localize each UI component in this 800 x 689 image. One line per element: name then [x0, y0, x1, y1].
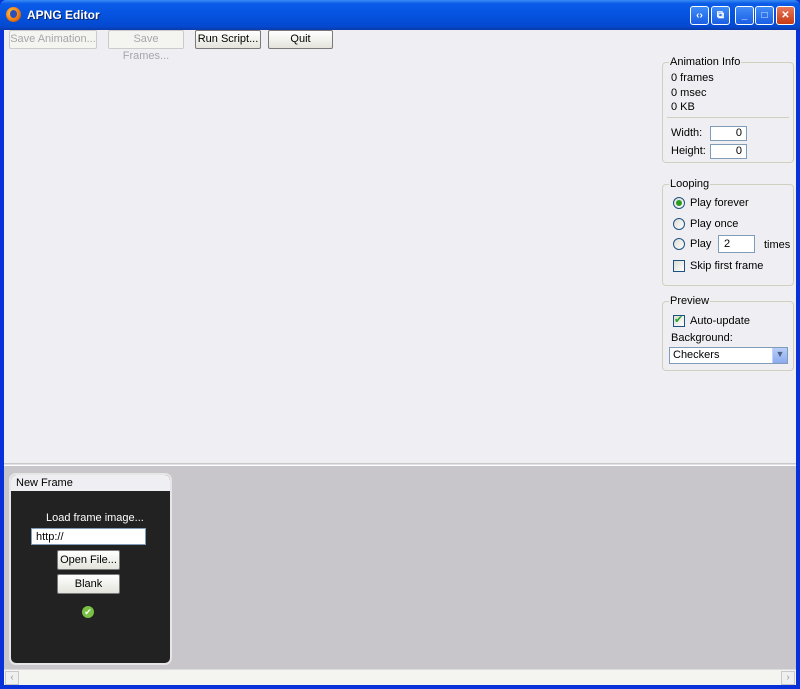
scroll-left-icon[interactable]: ‹	[5, 671, 19, 685]
frames-panel: New Frame Load frame image... http:// Op…	[4, 466, 796, 669]
run-script-button[interactable]: Run Script...	[195, 30, 261, 49]
maximize-button[interactable]: □	[755, 6, 774, 25]
background-select[interactable]: Checkers ▼	[669, 347, 788, 364]
restore-window-icon[interactable]: ⧉	[711, 6, 730, 25]
auto-update-checkbox[interactable]	[673, 313, 685, 327]
open-file-button[interactable]: Open File...	[57, 550, 120, 570]
background-select-value: Checkers	[673, 349, 720, 361]
duration-value: 0 msec	[671, 87, 707, 99]
frames-count: 0 frames	[671, 72, 714, 84]
looping-title: Looping	[669, 178, 711, 190]
divider	[667, 117, 789, 118]
chevron-down-icon[interactable]: ▼	[772, 348, 787, 363]
frame-url-value: http://	[36, 531, 64, 543]
blank-button[interactable]: Blank	[57, 574, 120, 594]
height-field[interactable]: 0	[710, 144, 747, 159]
title-bar[interactable]: APNG Editor ‹› ⧉ _ □ ✕	[0, 0, 800, 30]
firefox-icon	[6, 7, 21, 22]
play-forever-radio[interactable]	[673, 197, 685, 209]
skip-first-frame-label[interactable]: Skip first frame	[690, 260, 763, 272]
new-frame-header: New Frame	[11, 475, 170, 491]
play-label[interactable]: Play	[690, 238, 711, 250]
play-once-radio[interactable]	[673, 218, 685, 230]
horizontal-scrollbar[interactable]: ‹ ›	[4, 669, 796, 685]
animation-info-title: Animation Info	[669, 56, 742, 68]
resize-arrows-icon[interactable]: ‹›	[690, 6, 709, 25]
play-forever-label[interactable]: Play forever	[690, 197, 749, 209]
app-window: APNG Editor ‹› ⧉ _ □ ✕ Save Animation...…	[0, 0, 800, 689]
play-n-times-radio[interactable]	[673, 238, 685, 250]
auto-update-label[interactable]: Auto-update	[690, 315, 750, 327]
width-field[interactable]: 0	[710, 126, 747, 141]
new-frame-card: New Frame Load frame image... http:// Op…	[9, 473, 172, 665]
minimize-button[interactable]: _	[735, 6, 754, 25]
height-label: Height:	[671, 145, 706, 157]
new-frame-title: New Frame	[16, 477, 73, 489]
width-label: Width:	[671, 127, 703, 139]
main-area: Save Animation... Save Frames... Run Scr…	[4, 30, 796, 685]
status-ok-icon: ✔	[82, 606, 94, 618]
load-frame-label: Load frame image...	[46, 512, 144, 524]
quit-button[interactable]: Quit	[268, 30, 333, 49]
scroll-right-icon[interactable]: ›	[781, 671, 795, 685]
preview-group: Preview Auto-update Background: Checkers…	[662, 295, 794, 371]
skip-first-frame-checkbox[interactable]	[673, 260, 685, 272]
play-once-label[interactable]: Play once	[690, 218, 738, 230]
background-label: Background:	[671, 332, 733, 344]
window-title: APNG Editor	[27, 8, 100, 22]
times-label: times	[764, 239, 791, 251]
animation-info-group: Animation Info 0 frames 0 msec 0 KB Widt…	[662, 56, 794, 163]
file-size-value: 0 KB	[671, 101, 695, 113]
save-frames-button[interactable]: Save Frames...	[108, 30, 184, 62]
play-count-field[interactable]: 2	[718, 235, 755, 253]
frame-url-input[interactable]: http://	[31, 528, 146, 545]
looping-group: Looping Play forever Play once Play 2 ti…	[662, 178, 794, 286]
save-animation-button[interactable]: Save Animation...	[9, 30, 97, 49]
preview-title: Preview	[669, 295, 711, 307]
close-button[interactable]: ✕	[776, 6, 795, 25]
